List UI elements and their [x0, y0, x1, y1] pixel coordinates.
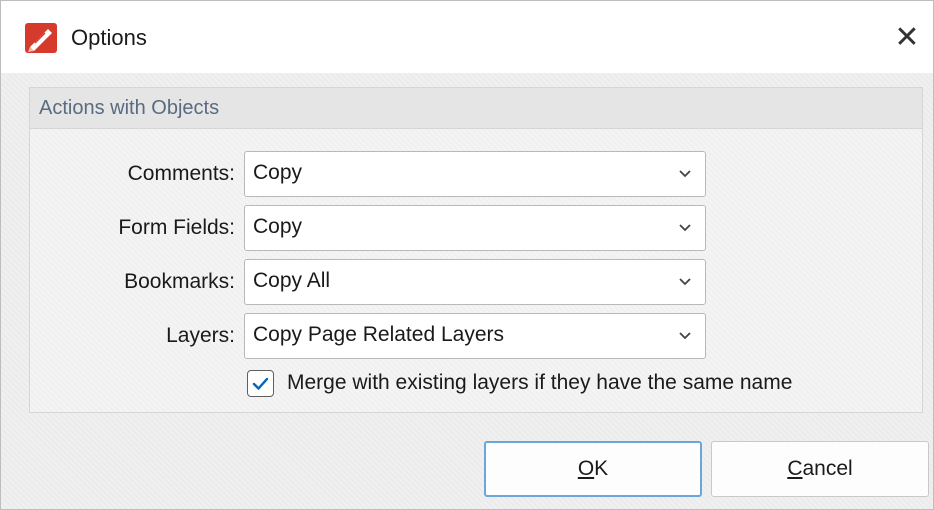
close-button[interactable]: ✕: [885, 15, 929, 59]
chevron-down-icon: [679, 278, 691, 286]
bookmarks-select-value: Copy All: [253, 269, 331, 292]
form-fields-select[interactable]: Copy: [244, 205, 706, 251]
title-bar: Options ✕: [1, 1, 933, 73]
ok-button[interactable]: OK: [484, 441, 702, 497]
chevron-down-icon: [679, 224, 691, 232]
form-fields-label: Form Fields:: [118, 216, 235, 239]
merge-layers-checkbox[interactable]: [247, 370, 274, 397]
form-fields-select-value: Copy: [253, 215, 303, 238]
group-title: Actions with Objects: [39, 97, 220, 119]
comments-select-value: Copy: [253, 161, 303, 184]
chevron-down-icon: [679, 170, 691, 178]
bookmarks-label: Bookmarks:: [124, 270, 235, 293]
close-icon: ✕: [894, 20, 920, 54]
options-dialog: Options ✕ Actions with Objects Comments:…: [0, 0, 934, 510]
ok-accelerator: O: [577, 457, 595, 480]
layers-select[interactable]: Copy Page Related Layers: [244, 313, 706, 359]
chevron-down-icon: [679, 332, 691, 340]
cancel-label-rest: ancel: [802, 457, 853, 480]
cancel-button[interactable]: Cancel: [711, 441, 929, 497]
checkmark-icon: [252, 377, 269, 390]
layers-select-value: Copy Page Related Layers: [253, 323, 504, 346]
ok-label-rest: K: [594, 457, 609, 480]
comments-label: Comments:: [127, 162, 235, 185]
group-header: Actions with Objects: [30, 88, 922, 129]
cancel-accelerator: C: [787, 457, 803, 480]
dialog-title: Options: [71, 25, 147, 50]
bookmarks-select[interactable]: Copy All: [244, 259, 706, 305]
merge-layers-label[interactable]: Merge with existing layers if they have …: [287, 371, 792, 395]
comments-select[interactable]: Copy: [244, 151, 706, 197]
pdf-editor-logo-icon: [25, 23, 57, 53]
layers-label: Layers:: [166, 324, 235, 347]
